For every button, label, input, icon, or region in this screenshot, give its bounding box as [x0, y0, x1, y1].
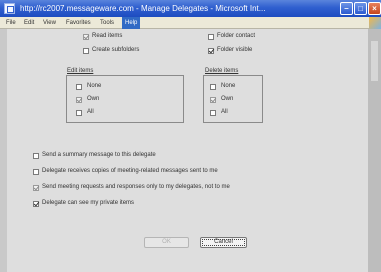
menu-view[interactable]: View	[43, 17, 56, 29]
edit-none-label: None	[87, 83, 102, 89]
ok-button[interactable]: OK	[144, 237, 189, 248]
close-button[interactable]: ×	[368, 2, 381, 15]
read-items-checkbox[interactable]	[83, 34, 89, 40]
maximize-button[interactable]: □	[354, 2, 367, 15]
window-title: http://rc2007.messageware.com - Manage D…	[20, 4, 266, 13]
minimize-button[interactable]: –	[340, 2, 353, 15]
delete-own-label: Own	[221, 96, 234, 102]
delete-none-option[interactable]	[210, 84, 216, 90]
folder-contact-checkbox[interactable]	[208, 34, 214, 40]
menu-favorites[interactable]: Favorites	[66, 17, 91, 29]
delete-items-group: None Own All	[203, 75, 263, 123]
edit-all-option[interactable]	[76, 110, 82, 116]
edit-own-option[interactable]	[76, 97, 82, 103]
folder-visible-label: Folder visible	[217, 47, 253, 53]
see-private-items-checkbox[interactable]	[33, 201, 39, 207]
read-items-label: Read items	[92, 33, 123, 39]
edit-all-label: All	[87, 109, 94, 115]
menu-tools[interactable]: Tools	[100, 17, 114, 29]
delete-items-title: Delete items	[205, 68, 239, 74]
edit-own-label: Own	[87, 96, 100, 102]
edit-none-option[interactable]	[76, 84, 82, 90]
send-only-to-delegates-checkbox[interactable]	[33, 185, 39, 191]
create-subfolders-label: Create subfolders	[92, 47, 140, 53]
delete-all-option[interactable]	[210, 110, 216, 116]
folder-contact-label: Folder contact	[217, 33, 256, 39]
menu-file[interactable]: File	[6, 17, 16, 29]
delete-all-label: All	[221, 109, 228, 115]
window-titlebar: http://rc2007.messageware.com - Manage D…	[0, 0, 381, 17]
edit-items-group: None Own All	[66, 75, 184, 123]
scrollbar[interactable]	[368, 29, 381, 272]
ie-page-icon	[4, 3, 15, 14]
summary-message-label: Send a summary message to this delegate	[42, 152, 156, 158]
receives-copies-label: Delegate receives copies of meeting-rela…	[42, 168, 218, 174]
send-only-to-delegates-label: Send meeting requests and responses only…	[42, 184, 230, 190]
scrollbar-thumb[interactable]	[371, 41, 378, 81]
see-private-items-label: Delegate can see my private items	[42, 200, 135, 206]
summary-message-checkbox[interactable]	[33, 153, 39, 159]
folder-visible-checkbox[interactable]	[208, 48, 214, 54]
windows-logo-icon	[369, 17, 381, 29]
delegate-permissions-panel: Read items Folder contact Create subfold…	[7, 29, 368, 272]
menu-help[interactable]: Help	[122, 17, 141, 29]
menu-edit[interactable]: Edit	[24, 17, 34, 29]
create-subfolders-checkbox[interactable]	[83, 48, 89, 54]
delete-none-label: None	[221, 83, 236, 89]
edit-items-title: Edit items	[67, 68, 94, 74]
menubar: File Edit View Favorites Tools Help	[0, 17, 381, 29]
receives-copies-checkbox[interactable]	[33, 169, 39, 175]
cancel-button[interactable]: Cancel	[200, 237, 247, 248]
delete-own-option[interactable]	[210, 97, 216, 103]
